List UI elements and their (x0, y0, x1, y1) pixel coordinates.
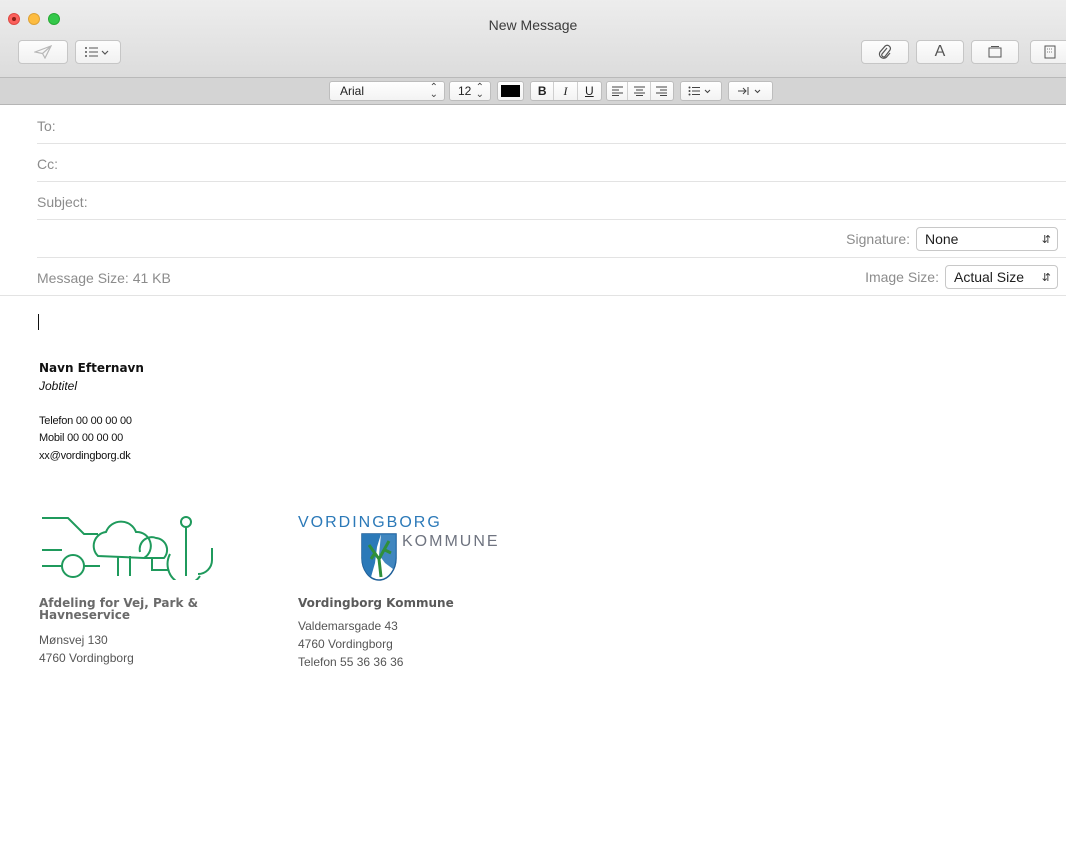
font-family-select[interactable]: Arial ⌃ ⌄ (329, 81, 445, 101)
align-left-button[interactable] (607, 82, 629, 100)
municipality-name: Vordingborg Kommune (298, 596, 454, 610)
cc-field: Cc: (37, 144, 1066, 182)
list-icon (85, 47, 109, 57)
subject-label: Subject: (37, 194, 88, 210)
italic-button[interactable]: I (554, 82, 578, 100)
font-size-value: 12 (458, 84, 472, 98)
align-center-button[interactable] (628, 82, 651, 100)
alignment-segmented-control (606, 81, 674, 101)
size-row: Message Size: 41 KB Image Size: Actual S… (0, 258, 1066, 296)
signature-email: xx@vordingborg.dk (39, 450, 131, 462)
text-style-segmented-control: B I U (530, 81, 602, 101)
signature-job-title: Jobtitel (39, 379, 78, 393)
cc-label: Cc: (37, 156, 58, 172)
signature-mobile: Mobil 00 00 00 00 (39, 432, 124, 444)
to-input[interactable] (97, 114, 1046, 136)
window-title: New Message (488, 17, 578, 33)
indent-icon (737, 87, 760, 95)
header-fields-menu-button[interactable] (75, 40, 121, 64)
paper-plane-icon (34, 45, 52, 59)
list-style-menu-button[interactable] (680, 81, 722, 101)
updown-arrows-icon: ⌃ ⌄ (475, 82, 484, 100)
image-size-select[interactable]: Actual Size ⇵ (945, 265, 1058, 289)
stationery-button[interactable] (1030, 40, 1066, 64)
message-size-label: Message Size: 41 KB (37, 270, 171, 286)
subject-field: Subject: (37, 182, 1066, 220)
attach-button[interactable] (861, 40, 909, 64)
municipality-crest-icon (361, 533, 397, 581)
underline-button[interactable]: U (578, 82, 601, 100)
bullet-list-icon (688, 86, 711, 96)
signature-control: Signature: None ⇵ (846, 227, 1058, 251)
paperclip-icon (878, 44, 891, 59)
updown-arrows-icon: ⇵ (1041, 271, 1051, 284)
format-bar: Arial ⌃ ⌄ 12 ⌃ ⌄ B I U (0, 78, 1066, 105)
to-label: To: (37, 118, 56, 134)
signature-phone: Telefon 00 00 00 00 (39, 415, 132, 427)
text-color-swatch (501, 85, 520, 97)
photo-browser-button[interactable] (971, 40, 1019, 64)
signature-select[interactable]: None ⇵ (916, 227, 1058, 251)
image-size-control: Image Size: Actual Size ⇵ (865, 265, 1058, 289)
align-left-icon (611, 86, 623, 96)
updown-arrows-icon: ⇵ (1041, 233, 1051, 246)
signature-row: Signature: None ⇵ (37, 220, 1066, 258)
font-family-value: Arial (340, 84, 365, 98)
font-icon: A (934, 43, 946, 60)
signature-value: None (925, 231, 959, 247)
show-fonts-button[interactable]: A (916, 40, 964, 64)
indent-menu-button[interactable] (728, 81, 773, 101)
signature-label: Signature: (846, 231, 910, 247)
municipality-address-line1: Valdemarsgade 43 (298, 619, 398, 633)
stationery-icon (1044, 45, 1056, 59)
updown-arrows-icon: ⌃ ⌄ (429, 82, 438, 100)
bold-button[interactable]: B (531, 82, 555, 100)
to-field: To: (37, 106, 1066, 144)
department-title: Afdeling for Vej, Park & Havneservice (39, 596, 199, 622)
font-size-select[interactable]: 12 ⌃ ⌄ (449, 81, 491, 101)
align-right-icon (656, 86, 668, 96)
text-color-well[interactable] (497, 81, 524, 101)
department-address-line2: 4760 Vordingborg (39, 651, 134, 665)
signature-name: Navn Efternavn (39, 361, 144, 375)
municipality-address-line2: 4760 Vordingborg (298, 637, 393, 651)
municipality-logo-line2: KOMMUNE (402, 533, 500, 550)
image-size-value: Actual Size (954, 269, 1025, 285)
photo-browser-icon (988, 46, 1002, 58)
municipality-phone: Telefon 55 36 36 36 (298, 655, 404, 669)
department-address-line1: Mønsvej 130 (39, 633, 108, 647)
department-logo (42, 516, 213, 580)
title-bar: New Message A (0, 0, 1066, 78)
align-right-button[interactable] (651, 82, 673, 100)
subject-input[interactable] (103, 190, 1046, 212)
send-button[interactable] (18, 40, 68, 64)
cc-input[interactable] (97, 152, 1046, 174)
image-size-label: Image Size: (865, 269, 939, 285)
align-center-icon (633, 86, 645, 96)
municipality-logo-line1: VORDINGBORG (298, 514, 442, 531)
text-cursor (38, 314, 39, 330)
